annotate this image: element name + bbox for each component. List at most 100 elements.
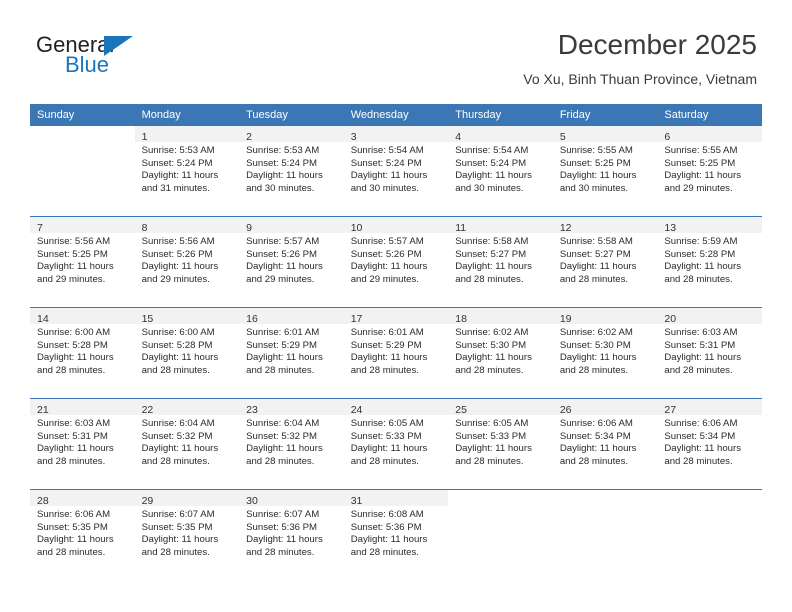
calendar-day-cell[interactable]: 8 Sunrise: 5:56 AM Sunset: 5:26 PM Daylight…: [134, 216, 240, 308]
sunset-text: Sunset: 5:25 PM: [37, 248, 108, 260]
day-number: 16: [246, 313, 258, 325]
calendar-day-cell[interactable]: 9 Sunrise: 5:57 AM Sunset: 5:26 PM Daylight…: [239, 216, 344, 308]
sunrise-text: Sunrise: 6:03 AM: [664, 327, 738, 338]
day-details: Sunrise: 5:54 AM Sunset: 5:24 PM Daylight:…: [448, 142, 553, 195]
daylight-text-line1: Daylight: 11 hours: [141, 352, 219, 364]
calendar-day-cell[interactable]: 20 Sunrise: 6:03 AM Sunset: 5:31 PM Dayligh…: [657, 307, 762, 399]
calendar-week-row: 14 Sunrise: 6:00 AM Sunset: 5:28 PM Dayligh…: [30, 307, 762, 399]
sunset-text: Sunset: 5:26 PM: [350, 248, 422, 260]
daylight-text-line2: and 28 minutes.: [141, 455, 210, 467]
daylight-text-line1: Daylight: 11 hours: [350, 443, 428, 455]
sunrise-text: Sunrise: 6:06 AM: [664, 418, 738, 429]
sunset-text: Sunset: 5:31 PM: [37, 430, 108, 442]
calendar-day-cell[interactable]: 16 Sunrise: 6:01 AM Sunset: 5:29 PM Dayligh…: [239, 307, 344, 399]
sunset-text: Sunset: 5:24 PM: [141, 157, 213, 169]
calendar-day-cell[interactable]: 27 Sunrise: 6:06 AM Sunset: 5:34 PM Dayligh…: [657, 398, 762, 490]
calendar-day-cell[interactable]: 19 Sunrise: 6:02 AM Sunset: 5:30 PM Dayligh…: [552, 307, 658, 399]
day-number-band: 9: [239, 217, 344, 234]
day-number-band: 5: [552, 126, 658, 143]
calendar-day-cell[interactable]: 17 Sunrise: 6:01 AM Sunset: 5:29 PM Dayligh…: [343, 307, 449, 399]
sunrise-text: Sunrise: 6:08 AM: [350, 509, 424, 520]
calendar-cell-inner: 7 Sunrise: 5:56 AM Sunset: 5:25 PM Daylight…: [30, 217, 135, 307]
weekday-header-friday: Friday: [552, 104, 658, 126]
day-details: [553, 506, 658, 509]
calendar-cell-inner: 24 Sunrise: 6:05 AM Sunset: 5:33 PM Dayligh…: [343, 399, 449, 489]
calendar-day-cell[interactable]: 14 Sunrise: 6:00 AM Sunset: 5:28 PM Dayligh…: [30, 307, 135, 399]
sunrise-text: Sunrise: 6:05 AM: [455, 418, 529, 429]
day-number: 6: [664, 131, 671, 143]
calendar-day-cell[interactable]: 26 Sunrise: 6:06 AM Sunset: 5:34 PM Dayligh…: [552, 398, 658, 490]
day-number-band: 10: [343, 217, 449, 234]
weekday-header-sunday: Sunday: [30, 104, 135, 126]
daylight-text-line1: Daylight: 11 hours: [37, 261, 114, 273]
sunset-text: Sunset: 5:27 PM: [455, 248, 527, 260]
sunset-text: Sunset: 5:35 PM: [37, 521, 108, 533]
calendar-day-cell[interactable]: 4 Sunrise: 5:54 AM Sunset: 5:24 PM Daylight…: [448, 126, 553, 217]
day-number: 3: [350, 131, 357, 143]
calendar-day-cell[interactable]: 24 Sunrise: 6:05 AM Sunset: 5:33 PM Dayligh…: [343, 398, 449, 490]
sunrise-text: Sunrise: 5:57 AM: [246, 236, 320, 247]
day-details: Sunrise: 5:55 AM Sunset: 5:25 PM Daylight:…: [553, 142, 658, 195]
day-details: Sunrise: 6:06 AM Sunset: 5:34 PM Daylight:…: [553, 415, 658, 468]
calendar-day-cell[interactable]: 5 Sunrise: 5:55 AM Sunset: 5:25 PM Daylight…: [552, 126, 658, 217]
calendar-day-cell[interactable]: 28 Sunrise: 6:06 AM Sunset: 5:35 PM Dayligh…: [30, 489, 135, 580]
calendar-day-cell[interactable]: 6 Sunrise: 5:55 AM Sunset: 5:25 PM Daylight…: [657, 126, 762, 217]
calendar-day-cell[interactable]: 30 Sunrise: 6:07 AM Sunset: 5:36 PM Dayligh…: [239, 489, 344, 580]
sunrise-text: Sunrise: 6:02 AM: [455, 327, 529, 338]
calendar-cell-inner: 21 Sunrise: 6:03 AM Sunset: 5:31 PM Dayligh…: [30, 399, 135, 489]
calendar-day-cell[interactable]: 12 Sunrise: 5:58 AM Sunset: 5:27 PM Dayligh…: [552, 216, 658, 308]
calendar-day-cell[interactable]: 7 Sunrise: 5:56 AM Sunset: 5:25 PM Daylight…: [30, 216, 135, 308]
calendar-day-cell[interactable]: 25 Sunrise: 6:05 AM Sunset: 5:33 PM Dayligh…: [448, 398, 553, 490]
calendar-cell-inner: 11 Sunrise: 5:58 AM Sunset: 5:27 PM Dayligh…: [448, 217, 553, 307]
day-number: 30: [246, 495, 258, 507]
day-details: Sunrise: 5:54 AM Sunset: 5:24 PM Daylight:…: [344, 142, 449, 195]
sunrise-text: Sunrise: 6:05 AM: [350, 418, 424, 429]
day-number-band: 7: [30, 217, 135, 234]
sunrise-text: Sunrise: 6:04 AM: [246, 418, 320, 429]
day-number: 25: [455, 404, 467, 416]
calendar-day-cell[interactable]: 1 Sunrise: 5:53 AM Sunset: 5:24 PM Daylight…: [134, 126, 240, 217]
day-details: Sunrise: 6:07 AM Sunset: 5:35 PM Daylight:…: [135, 506, 240, 559]
calendar-day-cell[interactable]: 13 Sunrise: 5:59 AM Sunset: 5:28 PM Dayligh…: [657, 216, 762, 308]
calendar-day-cell[interactable]: 23 Sunrise: 6:04 AM Sunset: 5:32 PM Dayligh…: [239, 398, 344, 490]
sunrise-text: Sunrise: 5:54 AM: [350, 145, 424, 156]
sunrise-text: Sunrise: 6:06 AM: [559, 418, 633, 429]
day-details: [30, 142, 135, 145]
day-details: Sunrise: 6:06 AM Sunset: 5:34 PM Daylight:…: [657, 415, 762, 468]
calendar-day-cell[interactable]: 21 Sunrise: 6:03 AM Sunset: 5:31 PM Dayligh…: [30, 398, 135, 490]
day-number-band: 28: [30, 490, 135, 507]
day-number: 17: [350, 313, 363, 325]
day-number: 24: [350, 404, 363, 416]
day-number: 28: [37, 495, 49, 507]
day-number: 4: [455, 131, 462, 143]
calendar-cell-inner: 30 Sunrise: 6:07 AM Sunset: 5:36 PM Dayligh…: [239, 490, 344, 580]
daylight-text-line1: Daylight: 11 hours: [141, 170, 219, 182]
day-number-band: 2: [239, 126, 344, 143]
calendar-day-cell[interactable]: 31 Sunrise: 6:08 AM Sunset: 5:36 PM Dayligh…: [343, 489, 449, 580]
sunset-text: Sunset: 5:26 PM: [246, 248, 318, 260]
calendar-cell-inner: 26 Sunrise: 6:06 AM Sunset: 5:34 PM Dayligh…: [552, 399, 658, 489]
daylight-text-line1: Daylight: 11 hours: [246, 170, 323, 182]
calendar-day-cell[interactable]: 11 Sunrise: 5:58 AM Sunset: 5:27 PM Dayligh…: [448, 216, 553, 308]
calendar-cell-inner: 4 Sunrise: 5:54 AM Sunset: 5:24 PM Daylight…: [448, 126, 553, 216]
calendar-day-cell[interactable]: 3 Sunrise: 5:54 AM Sunset: 5:24 PM Daylight…: [343, 126, 449, 217]
day-details: Sunrise: 6:08 AM Sunset: 5:36 PM Daylight:…: [344, 506, 449, 559]
day-number: 29: [141, 495, 154, 507]
daylight-text-line1: Daylight: 11 hours: [350, 261, 428, 273]
daylight-text-line1: Daylight: 11 hours: [141, 443, 219, 455]
calendar-cell-inner: 6 Sunrise: 5:55 AM Sunset: 5:25 PM Daylight…: [657, 126, 762, 216]
calendar-day-cell[interactable]: 18 Sunrise: 6:02 AM Sunset: 5:30 PM Dayligh…: [448, 307, 553, 399]
calendar-day-cell[interactable]: 15 Sunrise: 6:00 AM Sunset: 5:28 PM Dayligh…: [134, 307, 240, 399]
calendar-day-cell[interactable]: 2 Sunrise: 5:53 AM Sunset: 5:24 PM Daylight…: [239, 126, 344, 217]
day-number: 27: [664, 404, 677, 416]
daylight-text-line1: Daylight: 11 hours: [141, 261, 219, 273]
calendar-day-cell[interactable]: 29 Sunrise: 6:07 AM Sunset: 5:35 PM Dayligh…: [134, 489, 240, 580]
calendar-day-cell[interactable]: 10 Sunrise: 5:57 AM Sunset: 5:26 PM Dayligh…: [343, 216, 449, 308]
general-blue-logo[interactable]: General Blue: [36, 34, 236, 86]
sunrise-text: Sunrise: 6:00 AM: [37, 327, 111, 338]
day-number-band: 15: [134, 308, 240, 325]
calendar-day-cell[interactable]: 22 Sunrise: 6:04 AM Sunset: 5:32 PM Dayligh…: [134, 398, 240, 490]
day-number: 18: [455, 313, 467, 325]
calendar-header-row: Sunday Monday Tuesday Wednesday Thursday…: [30, 104, 762, 126]
day-number-band: 12: [552, 217, 658, 234]
